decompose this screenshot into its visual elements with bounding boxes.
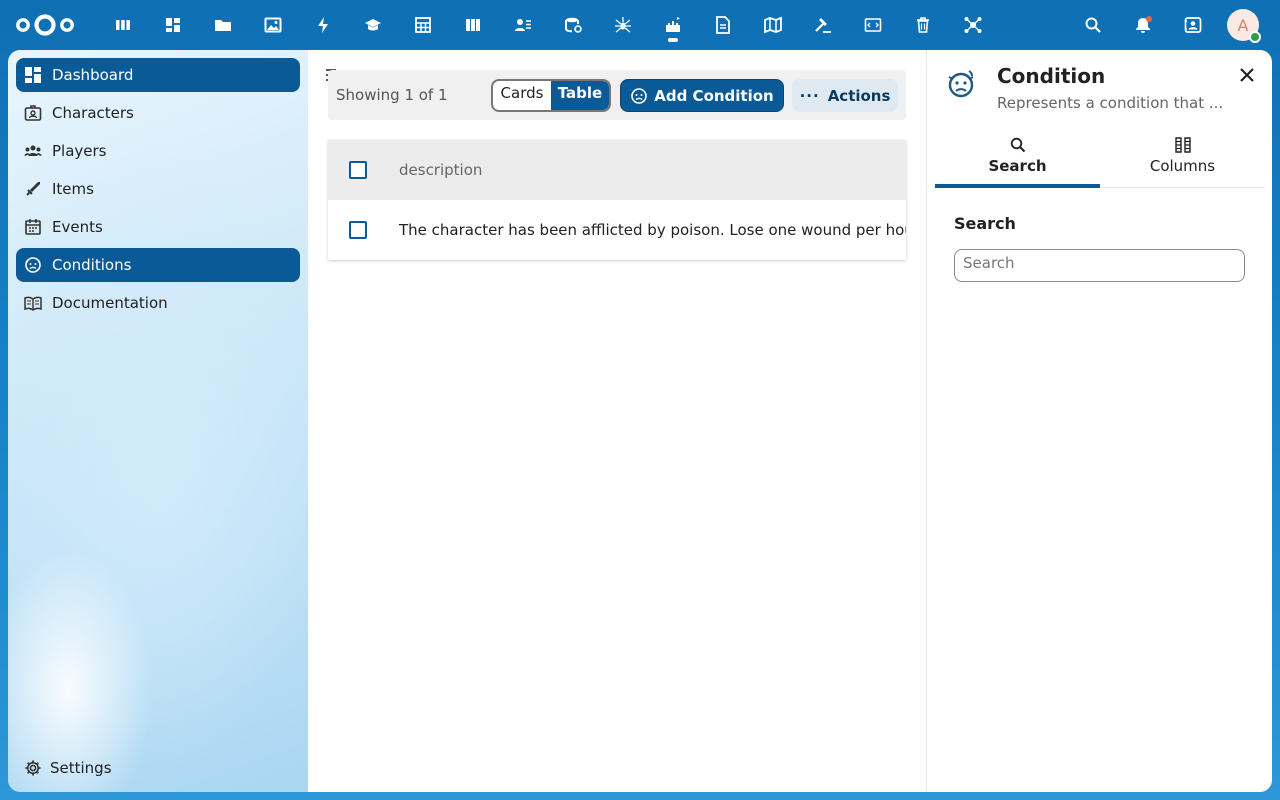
search-section-label: Search — [954, 214, 1016, 233]
tab-columns[interactable]: Columns — [1100, 132, 1265, 187]
showing-count: Showing 1 of 1 — [336, 86, 448, 104]
character-badge-icon — [24, 105, 42, 121]
columns-icon — [1174, 137, 1191, 153]
tab-label: Search — [988, 157, 1047, 175]
settings-button[interactable]: Settings — [16, 750, 112, 786]
column-header-description[interactable]: description — [399, 161, 482, 179]
search-icon[interactable] — [1068, 0, 1118, 50]
files-icon[interactable] — [198, 0, 248, 50]
database-icon[interactable] — [548, 0, 598, 50]
view-cards-option[interactable]: Cards — [493, 81, 551, 110]
nav-item-label: Players — [52, 142, 107, 160]
dashboard-icon[interactable] — [148, 0, 198, 50]
nav-item-conditions[interactable]: Conditions — [16, 248, 300, 282]
learning-icon[interactable] — [348, 0, 398, 50]
more-dots-icon: ··· — [799, 86, 820, 105]
table-row[interactable]: The character has been afflicted by pois… — [328, 200, 906, 260]
nav-item-documentation[interactable]: Documentation — [16, 286, 300, 320]
conditions-table: description The character has been affli… — [328, 140, 906, 260]
top-header: A — [0, 0, 1280, 50]
view-table-option[interactable]: Table — [551, 81, 609, 110]
sidebar-tabs: Search Columns — [935, 132, 1265, 188]
row-checkbox[interactable] — [349, 221, 367, 239]
nav-list: Dashboard Characters Players Items Event… — [16, 58, 300, 324]
avatar-initial: A — [1237, 15, 1249, 35]
tab-label: Columns — [1149, 157, 1216, 175]
deck-icon[interactable] — [98, 0, 148, 50]
details-sidebar: Condition Represents a condition that ..… — [926, 50, 1272, 792]
board-icon[interactable] — [448, 0, 498, 50]
castle-icon[interactable] — [648, 0, 698, 50]
select-all-checkbox[interactable] — [349, 161, 367, 179]
tab-search[interactable]: Search — [935, 132, 1100, 188]
app-navigation: Dashboard Characters Players Items Event… — [8, 50, 308, 792]
spreadsheet-icon[interactable] — [398, 0, 448, 50]
condition-face-icon — [25, 257, 41, 273]
document-icon[interactable] — [698, 0, 748, 50]
actions-button[interactable]: ··· Actions — [792, 79, 898, 112]
nav-item-label: Conditions — [52, 256, 132, 274]
app-menu — [98, 0, 998, 50]
sidebar-subtitle: Represents a condition that ... — [997, 94, 1224, 112]
search-input[interactable] — [954, 249, 1245, 282]
notifications-bell-icon[interactable] — [1118, 0, 1168, 50]
online-status-badge — [1249, 31, 1261, 43]
nav-item-label: Documentation — [52, 294, 168, 312]
nextcloud-logo-icon[interactable] — [14, 12, 76, 38]
players-icon — [24, 145, 42, 156]
sidebar-title: Condition — [997, 64, 1106, 88]
search-icon — [1010, 137, 1025, 153]
main-content: Showing 1 of 1 Cards Table Add Condition… — [308, 50, 926, 792]
sword-icon — [26, 182, 40, 196]
spider-icon[interactable] — [598, 0, 648, 50]
table-header-row: description — [328, 140, 906, 200]
contacts-menu-icon[interactable] — [1168, 0, 1218, 50]
nav-item-label: Events — [52, 218, 103, 236]
notification-dot — [1146, 16, 1152, 22]
header-right: A — [1068, 0, 1280, 50]
nav-item-items[interactable]: Items — [16, 172, 300, 206]
nav-item-label: Characters — [52, 104, 134, 122]
nav-item-events[interactable]: Events — [16, 210, 300, 244]
list-toolbar: Showing 1 of 1 Cards Table Add Condition… — [328, 70, 906, 120]
network-icon[interactable] — [948, 0, 998, 50]
activity-icon[interactable] — [298, 0, 348, 50]
avatar[interactable]: A — [1227, 9, 1261, 43]
table-cell-description: The character has been afflicted by pois… — [399, 221, 906, 239]
nav-item-characters[interactable]: Characters — [16, 96, 300, 130]
map-icon[interactable] — [748, 0, 798, 50]
gavel-icon[interactable] — [798, 0, 848, 50]
trash-icon[interactable] — [898, 0, 948, 50]
gear-icon — [25, 760, 41, 776]
condition-face-icon — [631, 87, 648, 104]
calendar-icon — [25, 219, 41, 235]
nav-item-players[interactable]: Players — [16, 134, 300, 168]
nav-item-dashboard[interactable]: Dashboard — [16, 58, 300, 92]
actions-label: Actions — [827, 86, 891, 105]
settings-label: Settings — [50, 759, 112, 777]
add-condition-label: Add Condition — [654, 86, 774, 105]
close-icon[interactable] — [1238, 66, 1256, 84]
nav-item-label: Items — [52, 180, 94, 198]
dashboard-icon — [25, 67, 41, 83]
photos-icon[interactable] — [248, 0, 298, 50]
condition-face-icon — [948, 70, 974, 98]
contacts-icon[interactable] — [498, 0, 548, 50]
code-icon[interactable] — [848, 0, 898, 50]
nav-item-label: Dashboard — [52, 66, 134, 84]
book-icon — [24, 296, 42, 311]
view-mode-switch: Cards Table — [491, 79, 611, 112]
add-condition-button[interactable]: Add Condition — [620, 79, 784, 112]
